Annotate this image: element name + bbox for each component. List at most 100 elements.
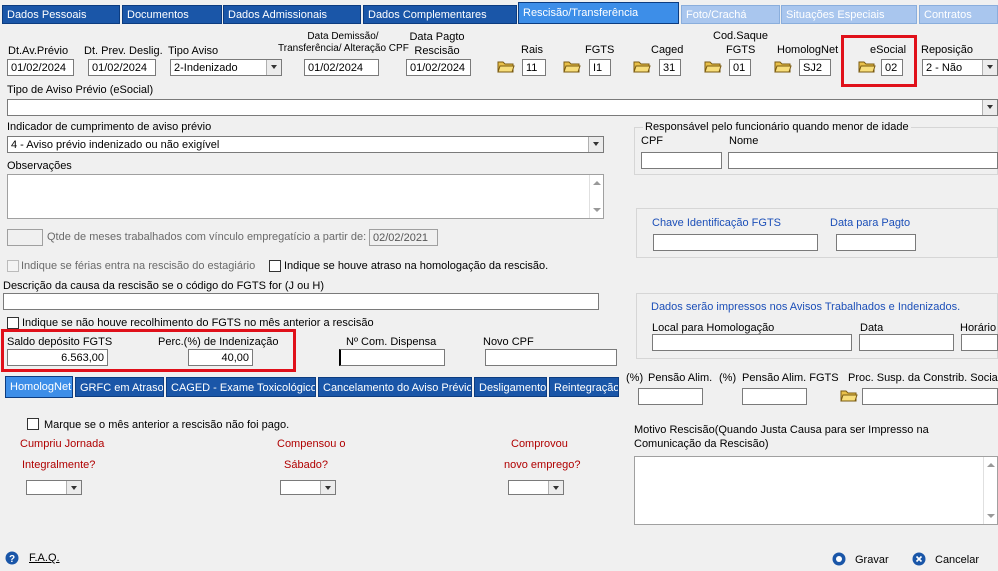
- responsavel-cpf-field[interactable]: [641, 152, 722, 169]
- help-icon[interactable]: ?: [5, 551, 19, 565]
- tab-situacoes-especiais[interactable]: Situações Especiais: [781, 5, 917, 24]
- saldo-fgts-field[interactable]: 6.563,00: [7, 349, 108, 366]
- folder-open-icon[interactable]: [704, 59, 722, 73]
- local-homologacao-label: Local para Homologação: [652, 322, 775, 334]
- chevron-down-icon[interactable]: [982, 60, 997, 75]
- folder-open-icon[interactable]: [840, 388, 858, 402]
- chave-fgts-label: Chave Identificação FGTS: [652, 217, 782, 229]
- saldo-fgts-label: Saldo depósito FGTS: [7, 336, 113, 348]
- tab-dados-complementares[interactable]: Dados Complementares: [363, 5, 517, 24]
- fgts-label: FGTS: [585, 44, 615, 56]
- data-pagto-field[interactable]: 01/02/2024: [406, 59, 471, 76]
- responsavel-nome-field[interactable]: [728, 152, 998, 169]
- data-demissao-label-2: Transferência/ Alteração CPF: [278, 43, 409, 54]
- folder-open-icon[interactable]: [563, 59, 581, 73]
- mes-anterior-checkbox[interactable]: [27, 418, 39, 430]
- responsavel-nome-label: Nome: [729, 135, 759, 147]
- data-demissao-label-1: Data Demissão/: [307, 31, 379, 42]
- reposicao-value: 2 - Não: [926, 62, 963, 74]
- cod-saque-field[interactable]: 01: [729, 59, 751, 76]
- tab-dados-pessoais[interactable]: Dados Pessoais: [2, 5, 120, 24]
- folder-open-icon[interactable]: [774, 59, 792, 73]
- motivo-textarea[interactable]: [634, 456, 998, 525]
- compensou-sabado-label-1: Compensou o: [277, 438, 346, 450]
- pensao-alim-label: Pensão Alim.: [648, 372, 713, 384]
- atraso-homologacao-checkbox[interactable]: [269, 260, 281, 272]
- dt-prev-deslig-field[interactable]: 01/02/2024: [88, 59, 156, 76]
- proc-susp-field[interactable]: [862, 388, 998, 405]
- com-dispensa-field[interactable]: [339, 349, 445, 366]
- chevron-down-icon[interactable]: [548, 481, 563, 494]
- tab-documentos[interactable]: Documentos: [122, 5, 222, 24]
- fgts-field[interactable]: I1: [589, 59, 611, 76]
- tab-foto-cracha[interactable]: Foto/Crachá: [681, 5, 780, 24]
- descricao-causa-field[interactable]: [3, 293, 599, 310]
- tipo-aviso-select[interactable]: 2-Indenizado: [170, 59, 282, 76]
- cumpriu-jornada-select[interactable]: [26, 480, 82, 495]
- tab-contratos[interactable]: Contratos: [919, 5, 998, 24]
- tab-caged-exame[interactable]: CAGED - Exame Toxicológico: [166, 377, 316, 397]
- reposicao-select[interactable]: 2 - Não: [922, 59, 998, 76]
- chevron-down-icon[interactable]: [66, 481, 81, 494]
- tab-cancelamento-aviso[interactable]: Cancelamento do Aviso Prévio: [318, 377, 472, 397]
- tab-desligamento[interactable]: Desligamento: [474, 377, 547, 397]
- ferias-estagiario-checkbox[interactable]: [7, 260, 19, 272]
- novo-cpf-field[interactable]: [485, 349, 617, 366]
- esocial-field[interactable]: 02: [881, 59, 903, 76]
- indicador-select[interactable]: 4 - Aviso prévio indenizado ou não exigí…: [7, 136, 604, 153]
- folder-open-icon[interactable]: [633, 59, 651, 73]
- tipo-aviso-esocial-select[interactable]: [7, 99, 998, 116]
- pensao-alim-fgts-field[interactable]: [742, 388, 807, 405]
- gravar-button[interactable]: Gravar: [855, 554, 889, 566]
- perc-indenizacao-field[interactable]: 40,00: [188, 349, 253, 366]
- data-homologacao-field[interactable]: [859, 334, 954, 351]
- impressos-title: Dados serão impressos nos Avisos Trabalh…: [651, 301, 961, 313]
- chave-fgts-field[interactable]: [653, 234, 818, 251]
- faq-link[interactable]: F.A.Q.: [29, 552, 60, 564]
- chevron-down-icon[interactable]: [320, 481, 335, 494]
- tab-grfc-atraso[interactable]: GRFC em Atraso: [75, 377, 164, 397]
- tab-rescisao-transferencia[interactable]: Rescisão/Transferência: [518, 2, 679, 24]
- save-icon[interactable]: [832, 552, 846, 566]
- local-homologacao-field[interactable]: [652, 334, 852, 351]
- cod-saque-label-1: Cod.Saque: [713, 30, 769, 42]
- qtde-meses-field[interactable]: [7, 229, 43, 246]
- dt-av-previo-field[interactable]: 01/02/2024: [7, 59, 74, 76]
- qtde-meses-date-field[interactable]: 02/02/2021: [369, 229, 438, 246]
- ferias-estagiario-label: Indique se férias entra na rescisão do e…: [21, 260, 256, 272]
- observacoes-textarea[interactable]: [7, 174, 604, 219]
- comprovou-emprego-select[interactable]: [508, 480, 564, 495]
- rais-field[interactable]: 11: [522, 59, 546, 76]
- qtde-meses-label: Qtde de meses trabalhados com vínculo em…: [47, 231, 367, 243]
- data-demissao-field[interactable]: 01/02/2024: [304, 59, 379, 76]
- scrollbar[interactable]: [983, 457, 997, 524]
- chevron-down-icon[interactable]: [266, 60, 281, 75]
- scrollbar[interactable]: [589, 175, 603, 218]
- data-pagto-fgts-field[interactable]: [836, 234, 916, 251]
- cancel-icon[interactable]: [912, 552, 926, 566]
- horario-field[interactable]: [961, 334, 998, 351]
- dt-av-previo-label: Dt.Av.Prévio: [8, 45, 69, 57]
- homolognet-label: HomologNet: [777, 44, 839, 56]
- reposicao-label: Reposição: [921, 44, 973, 56]
- pensao-perc-label-1: (%): [626, 372, 644, 384]
- responsavel-title: Responsável pelo funcionário quando meno…: [643, 121, 911, 133]
- chevron-down-icon[interactable]: [588, 137, 603, 152]
- tab-homolognet[interactable]: HomologNet: [5, 376, 73, 398]
- cancelar-button[interactable]: Cancelar: [935, 554, 979, 566]
- cumpriu-jornada-label-1: Cumpriu Jornada: [20, 438, 105, 450]
- pensao-alim-field[interactable]: [638, 388, 703, 405]
- data-pagto-fgts-label: Data para Pagto: [830, 217, 911, 229]
- tab-dados-admissionais[interactable]: Dados Admissionais: [223, 5, 361, 24]
- sem-recolhimento-checkbox[interactable]: [7, 317, 19, 329]
- data-homologacao-label: Data: [860, 322, 884, 334]
- compensou-sabado-select[interactable]: [280, 480, 336, 495]
- esocial-highlight: [841, 35, 917, 87]
- tipo-aviso-label: Tipo Aviso: [168, 45, 219, 57]
- chevron-down-icon[interactable]: [982, 100, 997, 115]
- folder-open-icon[interactable]: [497, 59, 515, 73]
- tab-reintegracao[interactable]: Reintegração: [549, 377, 619, 397]
- folder-open-icon[interactable]: [858, 59, 876, 73]
- caged-field[interactable]: 31: [659, 59, 681, 76]
- homolognet-field[interactable]: SJ2: [799, 59, 831, 76]
